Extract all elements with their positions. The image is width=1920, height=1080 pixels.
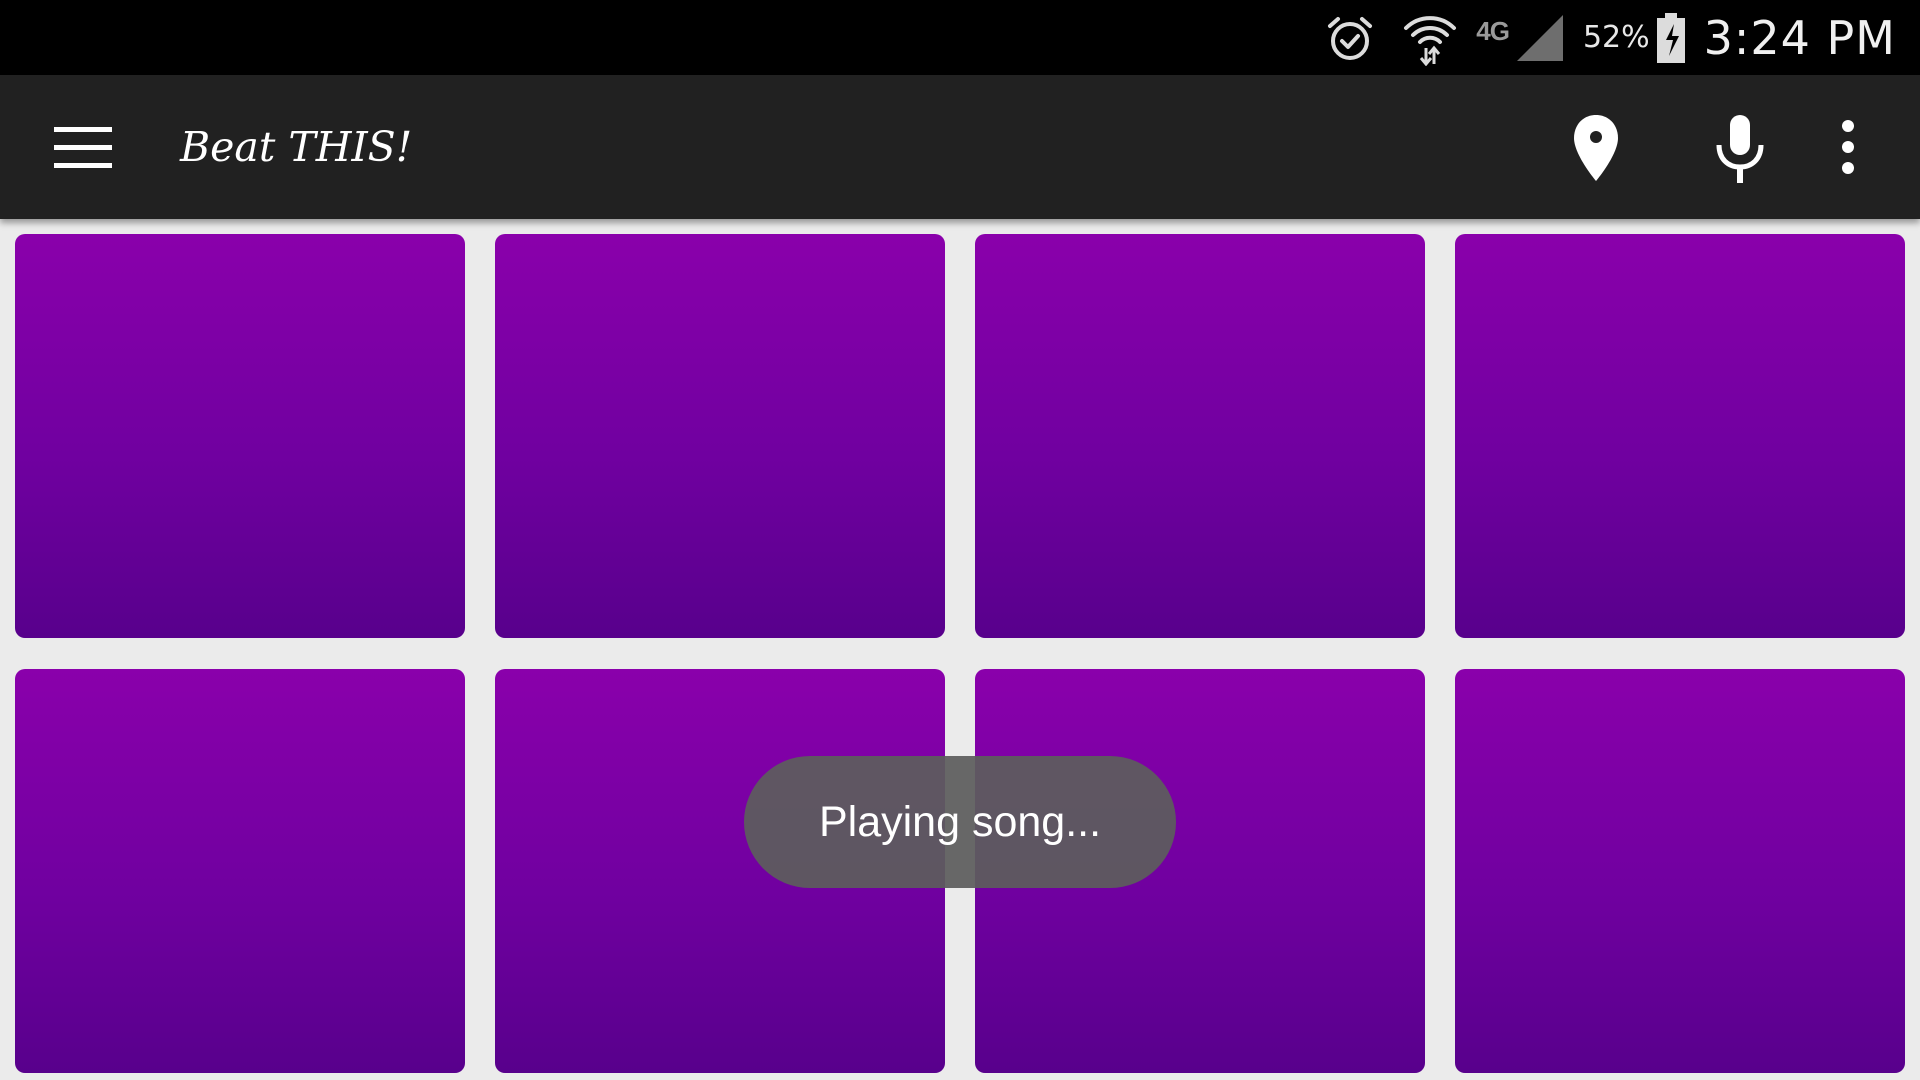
more-vert-icon (1842, 120, 1854, 174)
hamburger-menu-icon (54, 127, 112, 168)
signal-icon (1516, 14, 1563, 61)
clock: 3:24 PM (1703, 10, 1896, 65)
network-type-label: 4G (1476, 16, 1510, 46)
toast-message: Playing song... (744, 756, 1176, 888)
beat-pad-5[interactable] (15, 669, 465, 1073)
beat-pad-4[interactable] (1455, 234, 1905, 638)
location-button[interactable] (1572, 113, 1620, 183)
location-pin-icon (1574, 115, 1618, 181)
status-bar: 4G 52% 3:24 PM (0, 0, 1920, 75)
menu-button[interactable] (54, 125, 112, 169)
battery-icon (1656, 12, 1685, 63)
microphone-button[interactable] (1714, 113, 1766, 185)
status-icons: 4G 52% 3:24 PM (1326, 0, 1896, 75)
beat-pad-3[interactable] (975, 234, 1425, 638)
beat-pad-1[interactable] (15, 234, 465, 638)
alarm-icon (1328, 16, 1373, 60)
beat-pad-8[interactable] (1455, 669, 1905, 1073)
app-title: Beat THIS! (180, 123, 413, 171)
pad-grid (0, 219, 1920, 1080)
app-bar: Beat THIS! (0, 75, 1920, 219)
wifi-icon (1404, 15, 1457, 66)
battery-percent: 52% (1582, 20, 1650, 55)
microphone-icon (1716, 115, 1764, 183)
beat-pad-2[interactable] (495, 234, 945, 638)
more-options-button[interactable] (1834, 117, 1862, 177)
